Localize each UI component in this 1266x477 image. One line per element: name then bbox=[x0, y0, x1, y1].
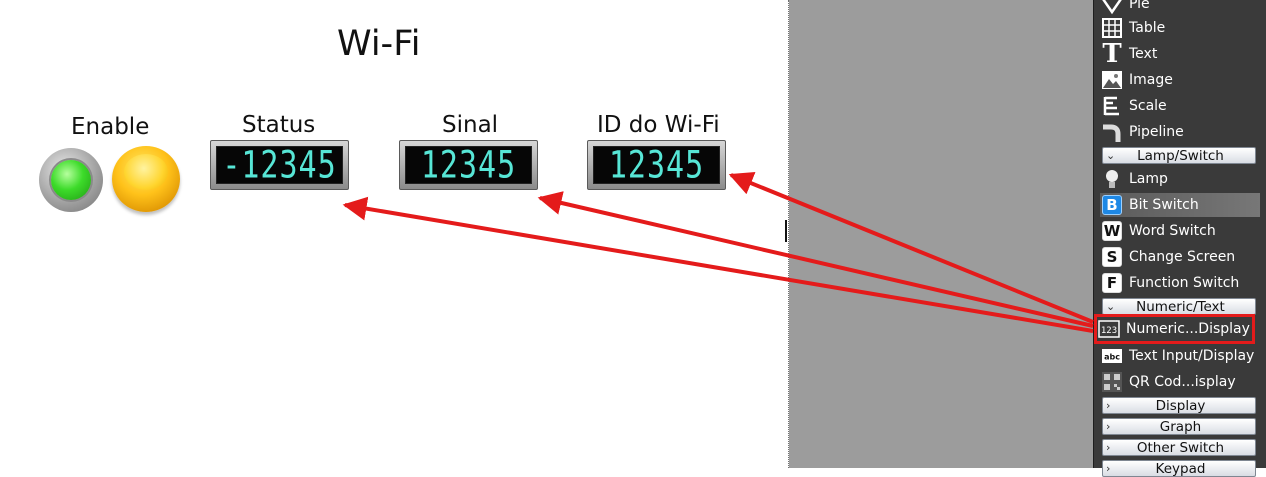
image-icon bbox=[1100, 68, 1124, 92]
toolbox-item-bit-switch[interactable]: B Bit Switch bbox=[1100, 193, 1260, 217]
change-screen-icon: S bbox=[1100, 245, 1124, 269]
category-label: Keypad bbox=[1155, 460, 1206, 477]
status-label[interactable]: Status bbox=[242, 112, 315, 138]
qr-code-icon bbox=[1100, 370, 1124, 394]
chevron-down-icon: ⌄ bbox=[1106, 149, 1116, 162]
function-switch-icon: F bbox=[1100, 271, 1124, 295]
toolbox-item-text[interactable]: T Text bbox=[1100, 39, 1260, 69]
toolbox-item-label: Word Switch bbox=[1129, 223, 1216, 239]
toolbox-item-label: Image bbox=[1129, 72, 1173, 88]
category-label: Graph bbox=[1159, 418, 1202, 435]
toolbox-item-numeric-display[interactable]: 123 Numeric...Display bbox=[1094, 314, 1255, 344]
toolbox-item-image[interactable]: Image bbox=[1100, 68, 1260, 92]
table-icon bbox=[1100, 16, 1124, 40]
category-numeric-text[interactable]: ⌄ Numeric/Text bbox=[1102, 298, 1256, 315]
toolbox-item-label: QR Cod...isplay bbox=[1129, 374, 1236, 390]
svg-text:abc: abc bbox=[1104, 353, 1120, 362]
design-canvas[interactable] bbox=[0, 0, 789, 468]
chevron-down-icon: ⌄ bbox=[1106, 300, 1116, 313]
toolbox-item-label: Text Input/Display bbox=[1129, 348, 1255, 364]
toolbox-item-word-switch[interactable]: W Word Switch bbox=[1100, 219, 1260, 243]
toolbox-item-scale[interactable]: Scale bbox=[1100, 94, 1260, 118]
category-label: Other Switch bbox=[1136, 439, 1225, 456]
status-numeric-display[interactable]: -12345 bbox=[210, 140, 349, 190]
toolbox-item-qr-code[interactable]: QR Cod...isplay bbox=[1100, 370, 1260, 394]
toolbox-item-label: Numeric...Display bbox=[1126, 321, 1250, 337]
button-cap bbox=[124, 154, 168, 190]
toolbox-panel: Pie Table T Text Image Scale Pipeline ⌄ … bbox=[1093, 0, 1266, 477]
toolbox-item-table[interactable]: Table bbox=[1100, 16, 1260, 40]
toolbox-item-pie[interactable]: Pie bbox=[1100, 0, 1260, 16]
display-value: -12345 bbox=[222, 143, 337, 187]
chevron-right-icon: › bbox=[1106, 399, 1111, 412]
toolbox-item-label: Text bbox=[1129, 46, 1158, 62]
pie-icon bbox=[1100, 0, 1124, 16]
text-icon: T bbox=[1102, 39, 1122, 69]
category-display[interactable]: › Display bbox=[1102, 397, 1256, 414]
toolbox-item-label: Pipeline bbox=[1129, 124, 1184, 140]
wifi-id-numeric-display[interactable]: 12345 bbox=[587, 140, 726, 190]
chevron-right-icon: › bbox=[1106, 441, 1111, 454]
category-keypad[interactable]: › Keypad bbox=[1102, 460, 1256, 477]
display-screen: 12345 bbox=[405, 143, 532, 187]
lamp-light bbox=[51, 160, 91, 200]
toolbox-item-label: Table bbox=[1129, 20, 1166, 36]
pipeline-icon bbox=[1100, 120, 1124, 144]
toolbox-item-label: Lamp bbox=[1129, 171, 1168, 187]
sinal-numeric-display[interactable]: 12345 bbox=[399, 140, 538, 190]
workspace-background bbox=[789, 0, 1093, 468]
bit-switch-icon: B bbox=[1100, 193, 1124, 217]
enable-label[interactable]: Enable bbox=[71, 114, 149, 140]
sinal-label[interactable]: Sinal bbox=[442, 112, 498, 138]
toolbox-item-change-screen[interactable]: S Change Screen bbox=[1100, 245, 1260, 269]
enable-lamp[interactable] bbox=[39, 148, 103, 212]
text-cursor bbox=[785, 220, 787, 242]
category-other-switch[interactable]: › Other Switch bbox=[1102, 439, 1256, 456]
display-screen: 12345 bbox=[593, 143, 720, 187]
toolbox-item-label: Function Switch bbox=[1129, 275, 1240, 291]
toolbox-item-label: Pie bbox=[1129, 0, 1150, 12]
enable-bit-switch-button[interactable] bbox=[112, 146, 180, 212]
toolbox-item-label: Scale bbox=[1129, 98, 1167, 114]
category-label: Display bbox=[1155, 397, 1206, 414]
toolbox-item-label: Change Screen bbox=[1129, 249, 1236, 265]
toolbox-item-text-input[interactable]: abc Text Input/Display bbox=[1100, 344, 1260, 368]
wifi-id-label[interactable]: ID do Wi-Fi bbox=[597, 112, 720, 138]
numeric-display-icon: 123 bbox=[1097, 317, 1121, 341]
display-screen: -12345 bbox=[216, 143, 343, 187]
toolbox-item-function-switch[interactable]: F Function Switch bbox=[1100, 271, 1260, 295]
category-lamp-switch[interactable]: ⌄ Lamp/Switch bbox=[1102, 147, 1256, 164]
category-label: Numeric/Text bbox=[1136, 298, 1225, 315]
svg-text:123: 123 bbox=[1101, 326, 1117, 336]
toolbox-item-lamp[interactable]: Lamp bbox=[1100, 167, 1260, 191]
chevron-right-icon: › bbox=[1106, 420, 1111, 433]
scale-icon bbox=[1100, 94, 1124, 118]
display-value: 12345 bbox=[420, 143, 517, 187]
toolbox-item-pipeline[interactable]: Pipeline bbox=[1100, 120, 1260, 144]
word-switch-icon: W bbox=[1102, 221, 1122, 241]
category-label: Lamp/Switch bbox=[1137, 147, 1224, 164]
category-graph[interactable]: › Graph bbox=[1102, 418, 1256, 435]
screen-title[interactable]: Wi-Fi bbox=[337, 24, 421, 64]
text-input-icon: abc bbox=[1100, 344, 1124, 368]
lamp-icon bbox=[1100, 167, 1124, 191]
chevron-right-icon: › bbox=[1106, 462, 1111, 475]
toolbox-item-label: Bit Switch bbox=[1129, 197, 1199, 213]
display-value: 12345 bbox=[608, 143, 705, 187]
